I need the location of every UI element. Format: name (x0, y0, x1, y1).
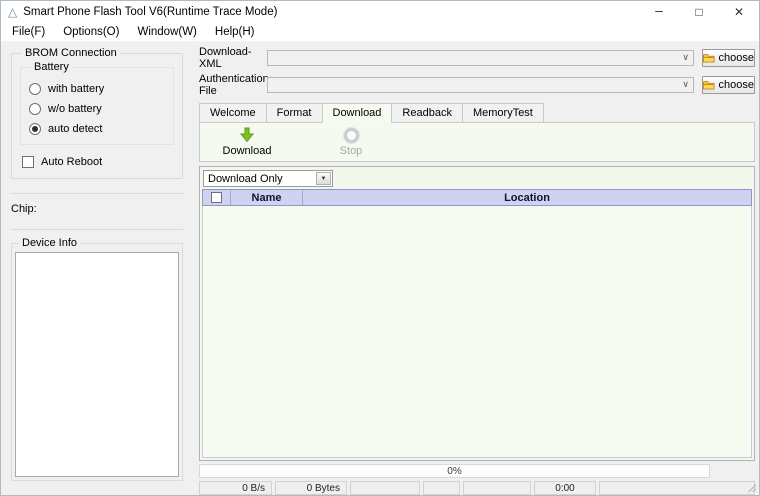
folder-icon (703, 53, 715, 64)
device-info-group: Device Info (11, 237, 183, 481)
status-empty-segment (599, 481, 755, 495)
table-header-name[interactable]: Name (231, 190, 303, 205)
status-empty-segment (350, 481, 420, 495)
status-speed: 0 B/s (199, 481, 272, 495)
auth-file-label: Authentication File (199, 73, 267, 97)
status-bytes: 0 Bytes (275, 481, 347, 495)
radio-wo-battery[interactable]: w/o battery (29, 103, 165, 115)
stop-button[interactable]: Stop (318, 128, 384, 157)
folder-icon (703, 80, 715, 91)
table-header-checkbox-cell (203, 190, 231, 205)
chevron-down-icon: ∨ (682, 52, 689, 63)
radio-with-battery[interactable]: with battery (29, 83, 165, 95)
download-xml-combobox[interactable]: ∨ (267, 50, 694, 66)
radio-label: w/o battery (48, 103, 102, 115)
title-bar: △ Smart Phone Flash Tool V6(Runtime Trac… (1, 1, 759, 23)
status-time: 0:00 (534, 481, 596, 495)
radio-label: auto detect (48, 123, 102, 135)
progress-bar: 0% (199, 464, 710, 478)
menu-item-window[interactable]: Window(W) (128, 24, 205, 40)
dropdown-arrow-icon: ▼ (316, 172, 331, 185)
stop-icon (344, 128, 359, 143)
battery-group: Battery with battery w/o battery auto de… (20, 61, 174, 145)
table-header-location[interactable]: Location (303, 190, 751, 205)
chip-label: Chip: (11, 203, 189, 215)
auto-reboot-checkbox-row[interactable]: Auto Reboot (22, 156, 174, 168)
table-body[interactable] (202, 206, 752, 458)
separator (11, 229, 183, 230)
app-window: △ Smart Phone Flash Tool V6(Runtime Trac… (0, 0, 760, 496)
radio-icon (29, 103, 41, 115)
choose-button-label: choose (719, 79, 754, 91)
window-title: Smart Phone Flash Tool V6(Runtime Trace … (23, 6, 277, 18)
device-info-title: Device Info (19, 237, 80, 249)
status-empty-segment (463, 481, 531, 495)
radio-icon (29, 83, 41, 95)
menu-bar: File(F) Options(O) Window(W) Help(H) (1, 23, 759, 42)
scene-select-value: Download Only (208, 173, 283, 185)
app-body: BROM Connection Battery with battery w/o… (1, 42, 759, 495)
download-tab-page: Download Stop (199, 122, 755, 162)
menu-item-options[interactable]: Options(O) (54, 24, 128, 40)
status-empty-segment (423, 481, 460, 495)
app-icon: △ (8, 6, 17, 18)
auth-file-combobox[interactable]: ∨ (267, 77, 694, 93)
choose-button-label: choose (719, 52, 754, 64)
auto-reboot-label: Auto Reboot (41, 156, 102, 168)
close-icon[interactable]: ✕ (719, 1, 759, 23)
tab-bar: Welcome Format Download Readback MemoryT… (199, 103, 755, 123)
tab-format[interactable]: Format (266, 103, 323, 123)
minimize-icon[interactable]: – (639, 1, 679, 23)
stop-button-label: Stop (340, 145, 363, 157)
download-button-label: Download (223, 145, 272, 157)
left-panel: BROM Connection Battery with battery w/o… (1, 42, 193, 495)
tab-memorytest[interactable]: MemoryTest (462, 103, 544, 123)
partition-table: Name Location (202, 189, 752, 458)
tab-download[interactable]: Download (322, 103, 393, 123)
download-content-frame: Download Only ▼ Name Location (199, 166, 755, 461)
menu-item-file[interactable]: File(F) (3, 24, 54, 40)
brom-connection-title: BROM Connection (22, 47, 120, 59)
separator (11, 193, 183, 194)
radio-label: with battery (48, 83, 104, 95)
tab-readback[interactable]: Readback (391, 103, 463, 123)
progress-row: 0% (199, 464, 755, 478)
battery-group-title: Battery (31, 61, 72, 73)
download-xml-row: Download-XML ∨ choose (199, 49, 755, 67)
scene-select-dropdown[interactable]: Download Only ▼ (203, 170, 333, 187)
checkbox-icon (22, 156, 34, 168)
window-controls: – □ ✕ (639, 1, 759, 23)
progress-percent-label: 0% (447, 466, 461, 477)
radio-selected-icon (29, 123, 41, 135)
device-info-list[interactable] (15, 252, 179, 477)
brom-connection-group: BROM Connection Battery with battery w/o… (11, 47, 183, 179)
auth-file-row: Authentication File ∨ choose (199, 76, 755, 94)
auth-file-choose-button[interactable]: choose (702, 76, 755, 94)
download-xml-choose-button[interactable]: choose (702, 49, 755, 67)
tab-welcome[interactable]: Welcome (199, 103, 267, 123)
download-button[interactable]: Download (214, 127, 280, 157)
resize-grip[interactable] (748, 484, 756, 492)
radio-auto-detect[interactable]: auto detect (29, 123, 165, 135)
download-arrow-icon (239, 127, 255, 143)
menu-item-help[interactable]: Help(H) (206, 24, 264, 40)
right-panel: Download-XML ∨ choose Authentication Fil… (193, 42, 759, 495)
maximize-icon[interactable]: □ (679, 1, 719, 23)
table-header-row: Name Location (202, 189, 752, 206)
download-xml-label: Download-XML (199, 46, 267, 70)
chevron-down-icon: ∨ (682, 79, 689, 90)
status-bar: 0 B/s 0 Bytes 0:00 (199, 481, 755, 495)
select-all-checkbox[interactable] (211, 192, 222, 203)
